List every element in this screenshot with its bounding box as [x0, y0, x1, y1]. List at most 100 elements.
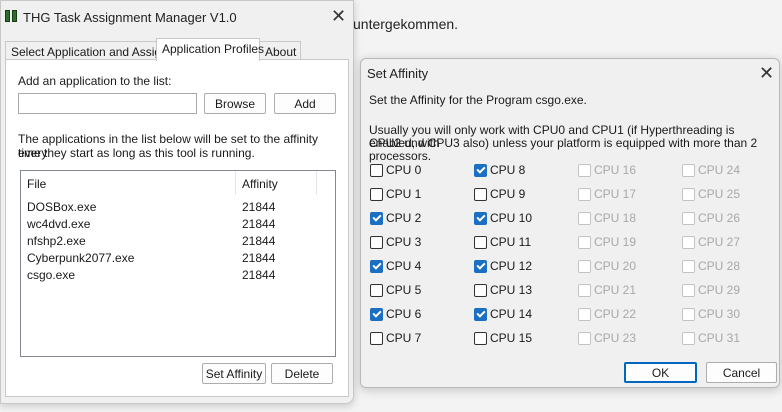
cpu-checkbox[interactable]: CPU 14	[474, 306, 532, 322]
cpu-label: CPU 6	[386, 307, 422, 321]
column-header-affinity[interactable]: Affinity	[236, 171, 317, 195]
cpu-label: CPU 22	[594, 307, 637, 321]
cpu-checkbox[interactable]: CPU 4	[370, 258, 421, 274]
checkbox-unchecked-icon[interactable]	[474, 235, 487, 249]
application-path-input[interactable]	[18, 93, 197, 114]
row-file: Cyberpunk2077.exe	[27, 251, 135, 265]
cpu-label: CPU 17	[594, 187, 637, 201]
checkbox-unchecked-icon[interactable]	[370, 331, 383, 345]
cpu-label: CPU 24	[698, 163, 741, 177]
cpu-checkbox[interactable]: CPU 13	[474, 282, 532, 298]
cpu-checkbox[interactable]: CPU 11	[474, 234, 531, 250]
cpu-checkbox[interactable]: CPU 6	[370, 306, 421, 322]
app-icon	[5, 10, 17, 22]
checkbox-unchecked-icon[interactable]	[474, 331, 487, 345]
close-icon[interactable]: ✕	[759, 64, 774, 82]
cpu-label: CPU 27	[698, 235, 741, 249]
checkbox-checked-icon[interactable]	[474, 211, 487, 225]
cpu-checkbox: CPU 28	[682, 258, 740, 274]
main-titlebar[interactable]: THG Task Assignment Manager V1.0 ✕	[1, 1, 353, 33]
checkbox-unchecked-icon	[682, 211, 695, 225]
add-button[interactable]: Add	[274, 93, 336, 114]
cpu-label: CPU 5	[386, 283, 422, 297]
cpu-checkbox: CPU 22	[578, 306, 636, 322]
cpu-checkbox[interactable]: CPU 5	[370, 282, 421, 298]
checkbox-unchecked-icon[interactable]	[474, 283, 487, 297]
checkbox-unchecked-icon[interactable]	[370, 235, 383, 249]
checkbox-unchecked-icon[interactable]	[370, 187, 383, 201]
main-window-title: THG Task Assignment Manager V1.0	[23, 10, 237, 25]
table-row[interactable]: wc4dvd.exe 21844	[21, 216, 335, 233]
cpu-label: CPU 10	[490, 211, 533, 225]
cpu-label: CPU 3	[386, 235, 422, 249]
set-affinity-button[interactable]: Set Affinity	[202, 363, 266, 384]
cpu-label: CPU 16	[594, 163, 637, 177]
checkbox-unchecked-icon[interactable]	[370, 163, 383, 177]
cpu-label: CPU 8	[490, 163, 526, 177]
browse-button[interactable]: Browse	[204, 93, 266, 114]
tab-application-profiles[interactable]: Application Profiles	[156, 38, 264, 61]
column-header-file[interactable]: File	[21, 171, 236, 195]
row-file: wc4dvd.exe	[27, 217, 91, 231]
checkbox-unchecked-icon[interactable]	[474, 187, 487, 201]
cpu-label: CPU 4	[386, 259, 422, 273]
checkbox-unchecked-icon	[682, 187, 695, 201]
cpu-checkbox: CPU 29	[682, 282, 740, 298]
table-row[interactable]: Cyberpunk2077.exe 21844	[21, 250, 335, 267]
application-profiles-panel: Add an application to the list: Browse A…	[5, 59, 349, 397]
checkbox-unchecked-icon	[682, 259, 695, 273]
checkbox-checked-icon[interactable]	[370, 259, 383, 273]
cpu-checkbox: CPU 16	[578, 162, 636, 178]
cpu-checkbox: CPU 20	[578, 258, 636, 274]
checkbox-unchecked-icon[interactable]	[370, 283, 383, 297]
ok-button[interactable]: OK	[624, 362, 697, 383]
cpu-checkbox: CPU 17	[578, 186, 636, 202]
cpu-label: CPU 23	[594, 331, 637, 345]
cpu-label: CPU 25	[698, 187, 741, 201]
cpu-checkbox[interactable]: CPU 8	[474, 162, 525, 178]
main-window: THG Task Assignment Manager V1.0 ✕ Selec…	[0, 0, 354, 404]
row-file: csgo.exe	[27, 268, 76, 282]
cpu-label: CPU 0	[386, 163, 422, 177]
cpu-checkbox[interactable]: CPU 10	[474, 210, 532, 226]
cpu-checkbox: CPU 31	[682, 330, 740, 346]
close-icon[interactable]: ✕	[331, 7, 346, 25]
checkbox-checked-icon[interactable]	[370, 211, 383, 225]
cpu-checkbox: CPU 26	[682, 210, 740, 226]
tab-select-application[interactable]: Select Application and Assign	[5, 41, 168, 60]
checkbox-checked-icon[interactable]	[370, 307, 383, 321]
cpu-label: CPU 30	[698, 307, 741, 321]
checkbox-unchecked-icon	[578, 283, 591, 297]
cpu-checkbox[interactable]: CPU 9	[474, 186, 525, 202]
table-row[interactable]: csgo.exe 21844	[21, 267, 335, 284]
table-row[interactable]: nfshp2.exe 21844	[21, 233, 335, 250]
cancel-button[interactable]: Cancel	[706, 362, 777, 383]
checkbox-unchecked-icon	[578, 163, 591, 177]
cpu-checkbox[interactable]: CPU 7	[370, 330, 421, 346]
checkbox-checked-icon[interactable]	[474, 163, 487, 177]
checkbox-checked-icon[interactable]	[474, 307, 487, 321]
checkbox-checked-icon[interactable]	[474, 259, 487, 273]
tab-about[interactable]: About	[259, 41, 301, 60]
cpu-label: CPU 28	[698, 259, 741, 273]
cpu-checkbox: CPU 25	[682, 186, 740, 202]
cpu-checkbox[interactable]: CPU 12	[474, 258, 532, 274]
cpu-label: CPU 21	[594, 283, 637, 297]
cpu-label: CPU 29	[698, 283, 741, 297]
cpu-checkbox: CPU 27	[682, 234, 740, 250]
checkbox-unchecked-icon	[578, 187, 591, 201]
row-file: nfshp2.exe	[27, 234, 86, 248]
cpu-checkbox[interactable]: CPU 0	[370, 162, 421, 178]
cpu-checkbox: CPU 19	[578, 234, 636, 250]
row-affinity: 21844	[242, 268, 276, 282]
table-row[interactable]: DOSBox.exe 21844	[21, 199, 335, 216]
cpu-checkbox[interactable]: CPU 1	[370, 186, 421, 202]
row-affinity: 21844	[242, 234, 276, 248]
checkbox-unchecked-icon	[578, 211, 591, 225]
cpu-checkbox: CPU 18	[578, 210, 636, 226]
cpu-checkbox[interactable]: CPU 15	[474, 330, 532, 346]
application-list[interactable]: File Affinity DOSBox.exe 21844 wc4dvd.ex…	[20, 170, 336, 357]
cpu-checkbox[interactable]: CPU 2	[370, 210, 421, 226]
delete-button[interactable]: Delete	[271, 363, 333, 384]
cpu-checkbox[interactable]: CPU 3	[370, 234, 421, 250]
